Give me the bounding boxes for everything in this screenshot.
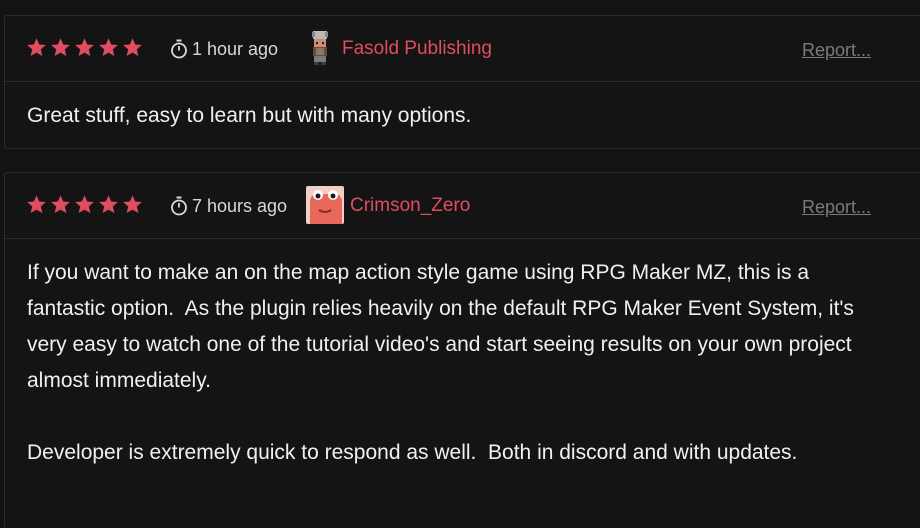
review-text: If you want to make an on the map action… <box>27 261 854 464</box>
star-icon <box>99 195 118 213</box>
report-link[interactable]: Report... <box>802 195 871 219</box>
star-rating <box>26 37 143 58</box>
report-link[interactable]: Report... <box>802 38 871 62</box>
review-timestamp: 1 hour ago <box>170 37 278 61</box>
review-timestamp: 7 hours ago <box>170 194 287 218</box>
star-icon <box>99 38 118 56</box>
star-icon <box>27 195 46 213</box>
pixel-character-chef-icon <box>301 29 339 67</box>
review-card: 7 hours ago Crimson_Zero Report... If yo… <box>4 172 920 528</box>
stopwatch-icon <box>171 196 187 216</box>
star-rating <box>26 194 143 215</box>
author-name-link[interactable]: Fasold Publishing <box>342 37 492 61</box>
pink-blob-creature-icon <box>306 186 344 224</box>
author-name-link[interactable]: Crimson_Zero <box>350 194 470 218</box>
review-text: Great stuff, easy to learn but with many… <box>27 104 472 127</box>
star-icon <box>123 195 142 213</box>
author-avatar[interactable] <box>306 186 344 224</box>
star-icon <box>75 38 94 56</box>
review-header: 7 hours ago Crimson_Zero Report... <box>5 173 920 239</box>
time-ago-label: 7 hours ago <box>192 195 288 216</box>
author-avatar[interactable] <box>301 29 339 67</box>
star-icon <box>27 38 46 56</box>
star-icon <box>75 195 94 213</box>
time-ago-label: 1 hour ago <box>192 38 279 59</box>
star-icon <box>51 38 70 56</box>
star-icon <box>51 195 70 213</box>
stopwatch-icon <box>171 39 187 59</box>
star-icon <box>123 38 142 56</box>
review-header: 1 hour ago Fasold Publishing Report... <box>5 16 920 82</box>
review-card: 1 hour ago Fasold Publishing Report... G… <box>4 15 920 149</box>
